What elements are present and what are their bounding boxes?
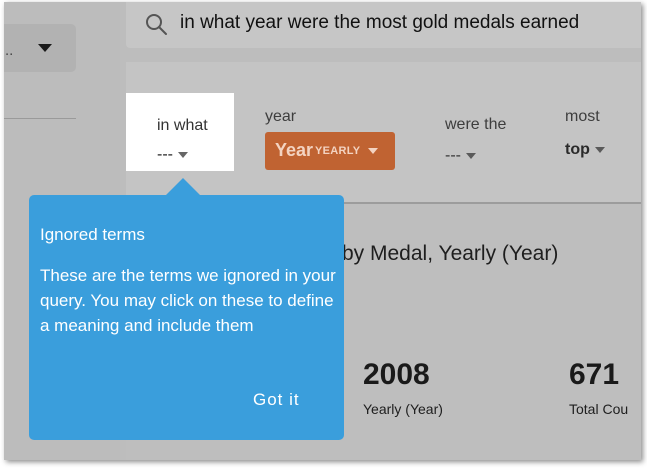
metric-label-total: Total Cou	[569, 401, 629, 417]
search-input[interactable]: in what year were the most gold medals e…	[180, 12, 579, 34]
token-value[interactable]: ---	[157, 146, 188, 164]
metric-label-year: Yearly (Year)	[363, 401, 443, 417]
token-label-most: most	[565, 108, 600, 125]
tooltip-arrow	[165, 178, 201, 196]
source-selector-text: ..	[5, 42, 14, 59]
chevron-down-icon	[38, 44, 52, 52]
metric-value-year: 2008	[363, 358, 430, 391]
year-chip-label: Year	[275, 140, 314, 160]
sidebar-divider	[4, 118, 76, 119]
tooltip-body: These are the terms we ignored in your q…	[40, 266, 336, 335]
source-selector[interactable]: ..	[4, 24, 76, 72]
metric-value-total: 671	[569, 358, 620, 391]
got-it-button[interactable]: Got it	[253, 390, 300, 410]
ignored-terms-tooltip: Ignored terms These are the terms we ign…	[29, 195, 344, 440]
caret-down-icon	[368, 148, 378, 154]
search-bar[interactable]: in what year were the most gold medals e…	[126, 2, 641, 48]
token-label: in what	[157, 117, 208, 134]
caret-down-icon	[465, 152, 476, 159]
token-year-chip[interactable]: Year YEARLY	[265, 132, 395, 170]
chart-title: by Medal, Yearly (Year)	[342, 242, 559, 265]
tooltip-title: Ignored terms	[40, 225, 145, 244]
year-chip-bucket: YEARLY	[315, 145, 361, 157]
search-icon	[146, 14, 167, 35]
token-label-year: year	[265, 108, 297, 125]
caret-down-icon	[594, 146, 605, 153]
token-value-most[interactable]: top	[565, 141, 605, 159]
token-label-were-the: were the	[445, 116, 507, 133]
caret-down-icon	[177, 151, 188, 158]
token-in-what[interactable]: in what ---	[126, 93, 234, 171]
token-value-were-the[interactable]: ---	[445, 147, 476, 165]
app-window: .. in what year were the most gold medal…	[4, 2, 641, 460]
